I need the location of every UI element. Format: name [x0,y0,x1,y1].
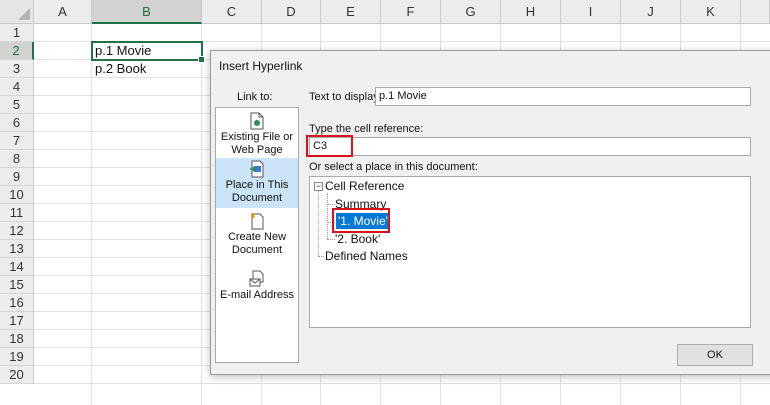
row-header-2[interactable]: 2 [0,42,34,60]
tree-cell-reference[interactable]: Cell Reference [325,178,404,194]
dialog-title: Insert Hyperlink [219,59,303,73]
place-in-document-icon [250,160,264,178]
row-header-9[interactable]: 9 [0,168,34,186]
row-header-20[interactable]: 20 [0,366,34,384]
tree-defined-names[interactable]: Defined Names [325,248,408,264]
column-header-g[interactable]: G [441,0,501,24]
place-in-document-label: Or select a place in this document: [309,161,478,173]
active-cell-border [91,41,205,63]
row-header-7[interactable]: 7 [0,132,34,150]
select-all-corner[interactable] [0,0,34,24]
create-new-line2: Document [231,244,283,256]
column-header-f[interactable]: F [381,0,441,24]
row-header-19[interactable]: 19 [0,348,34,366]
row-header-13[interactable]: 13 [0,240,34,258]
ok-button[interactable]: OK [677,344,753,366]
text-to-display-input[interactable]: p.1 Movie [375,87,751,106]
link-to-place-in-document[interactable]: Place in This Document [216,158,298,208]
column-header-h[interactable]: H [501,0,561,24]
column-header-i[interactable]: I [561,0,621,24]
column-header-d[interactable]: D [262,0,321,24]
row-header-18[interactable]: 18 [0,330,34,348]
place-in-document-line1: Place in This [225,179,289,191]
fill-handle[interactable] [198,56,205,63]
link-to-label: Link to: [237,91,273,103]
column-header-j[interactable]: J [621,0,681,24]
row-header-10[interactable]: 10 [0,186,34,204]
row-header-17[interactable]: 17 [0,312,34,330]
create-new-line1: Create New [227,231,287,243]
column-header-l[interactable] [741,0,770,24]
link-to-email-address[interactable]: E-mail Address [216,268,298,308]
collapse-toggle[interactable]: − [314,182,323,191]
existing-file-line2: Web Page [231,144,283,156]
row-header-16[interactable]: 16 [0,294,34,312]
existing-file-icon [250,112,264,130]
row-header-8[interactable]: 8 [0,150,34,168]
place-in-document-line2: Document [231,192,283,204]
email-address-label: E-mail Address [220,289,294,301]
row-header-6[interactable]: 6 [0,114,34,132]
row-header-15[interactable]: 15 [0,276,34,294]
text-to-display-label: Text to display: [309,91,382,103]
row-header-5[interactable]: 5 [0,96,34,114]
column-header-c[interactable]: C [202,0,262,24]
row-header-14[interactable]: 14 [0,258,34,276]
existing-file-line1: Existing File or [220,131,294,143]
highlight-movie-selection [332,208,390,233]
row-header-12[interactable]: 12 [0,222,34,240]
column-header-b[interactable]: B [92,0,202,24]
link-to-panel: Existing File or Web Page Place in This … [215,107,299,363]
insert-hyperlink-dialog: Insert Hyperlink Link to: Existing File … [210,50,770,375]
cell-b3[interactable]: p.2 Book [92,60,205,78]
tree-book[interactable]: '2. Book' [335,231,380,247]
row-header-1[interactable]: 1 [0,24,34,42]
link-to-existing-file[interactable]: Existing File or Web Page [216,110,298,156]
column-header-a[interactable]: A [34,0,92,24]
cell-reference-input[interactable]: C3 [309,137,751,156]
new-document-icon [250,212,264,230]
cell-reference-label: Type the cell reference: [309,123,424,135]
highlight-cell-reference [306,135,353,157]
column-header-e[interactable]: E [321,0,381,24]
email-icon [249,270,264,287]
row-header-4[interactable]: 4 [0,78,34,96]
column-header-k[interactable]: K [681,0,741,24]
link-to-create-new-document[interactable]: Create New Document [216,210,298,256]
row-header-3[interactable]: 3 [0,60,34,78]
place-tree[interactable]: − Cell Reference Summary '1. Movie' '2. … [309,176,751,328]
row-header-11[interactable]: 11 [0,204,34,222]
column-headers: A B C D E F G H I J K [34,0,770,24]
